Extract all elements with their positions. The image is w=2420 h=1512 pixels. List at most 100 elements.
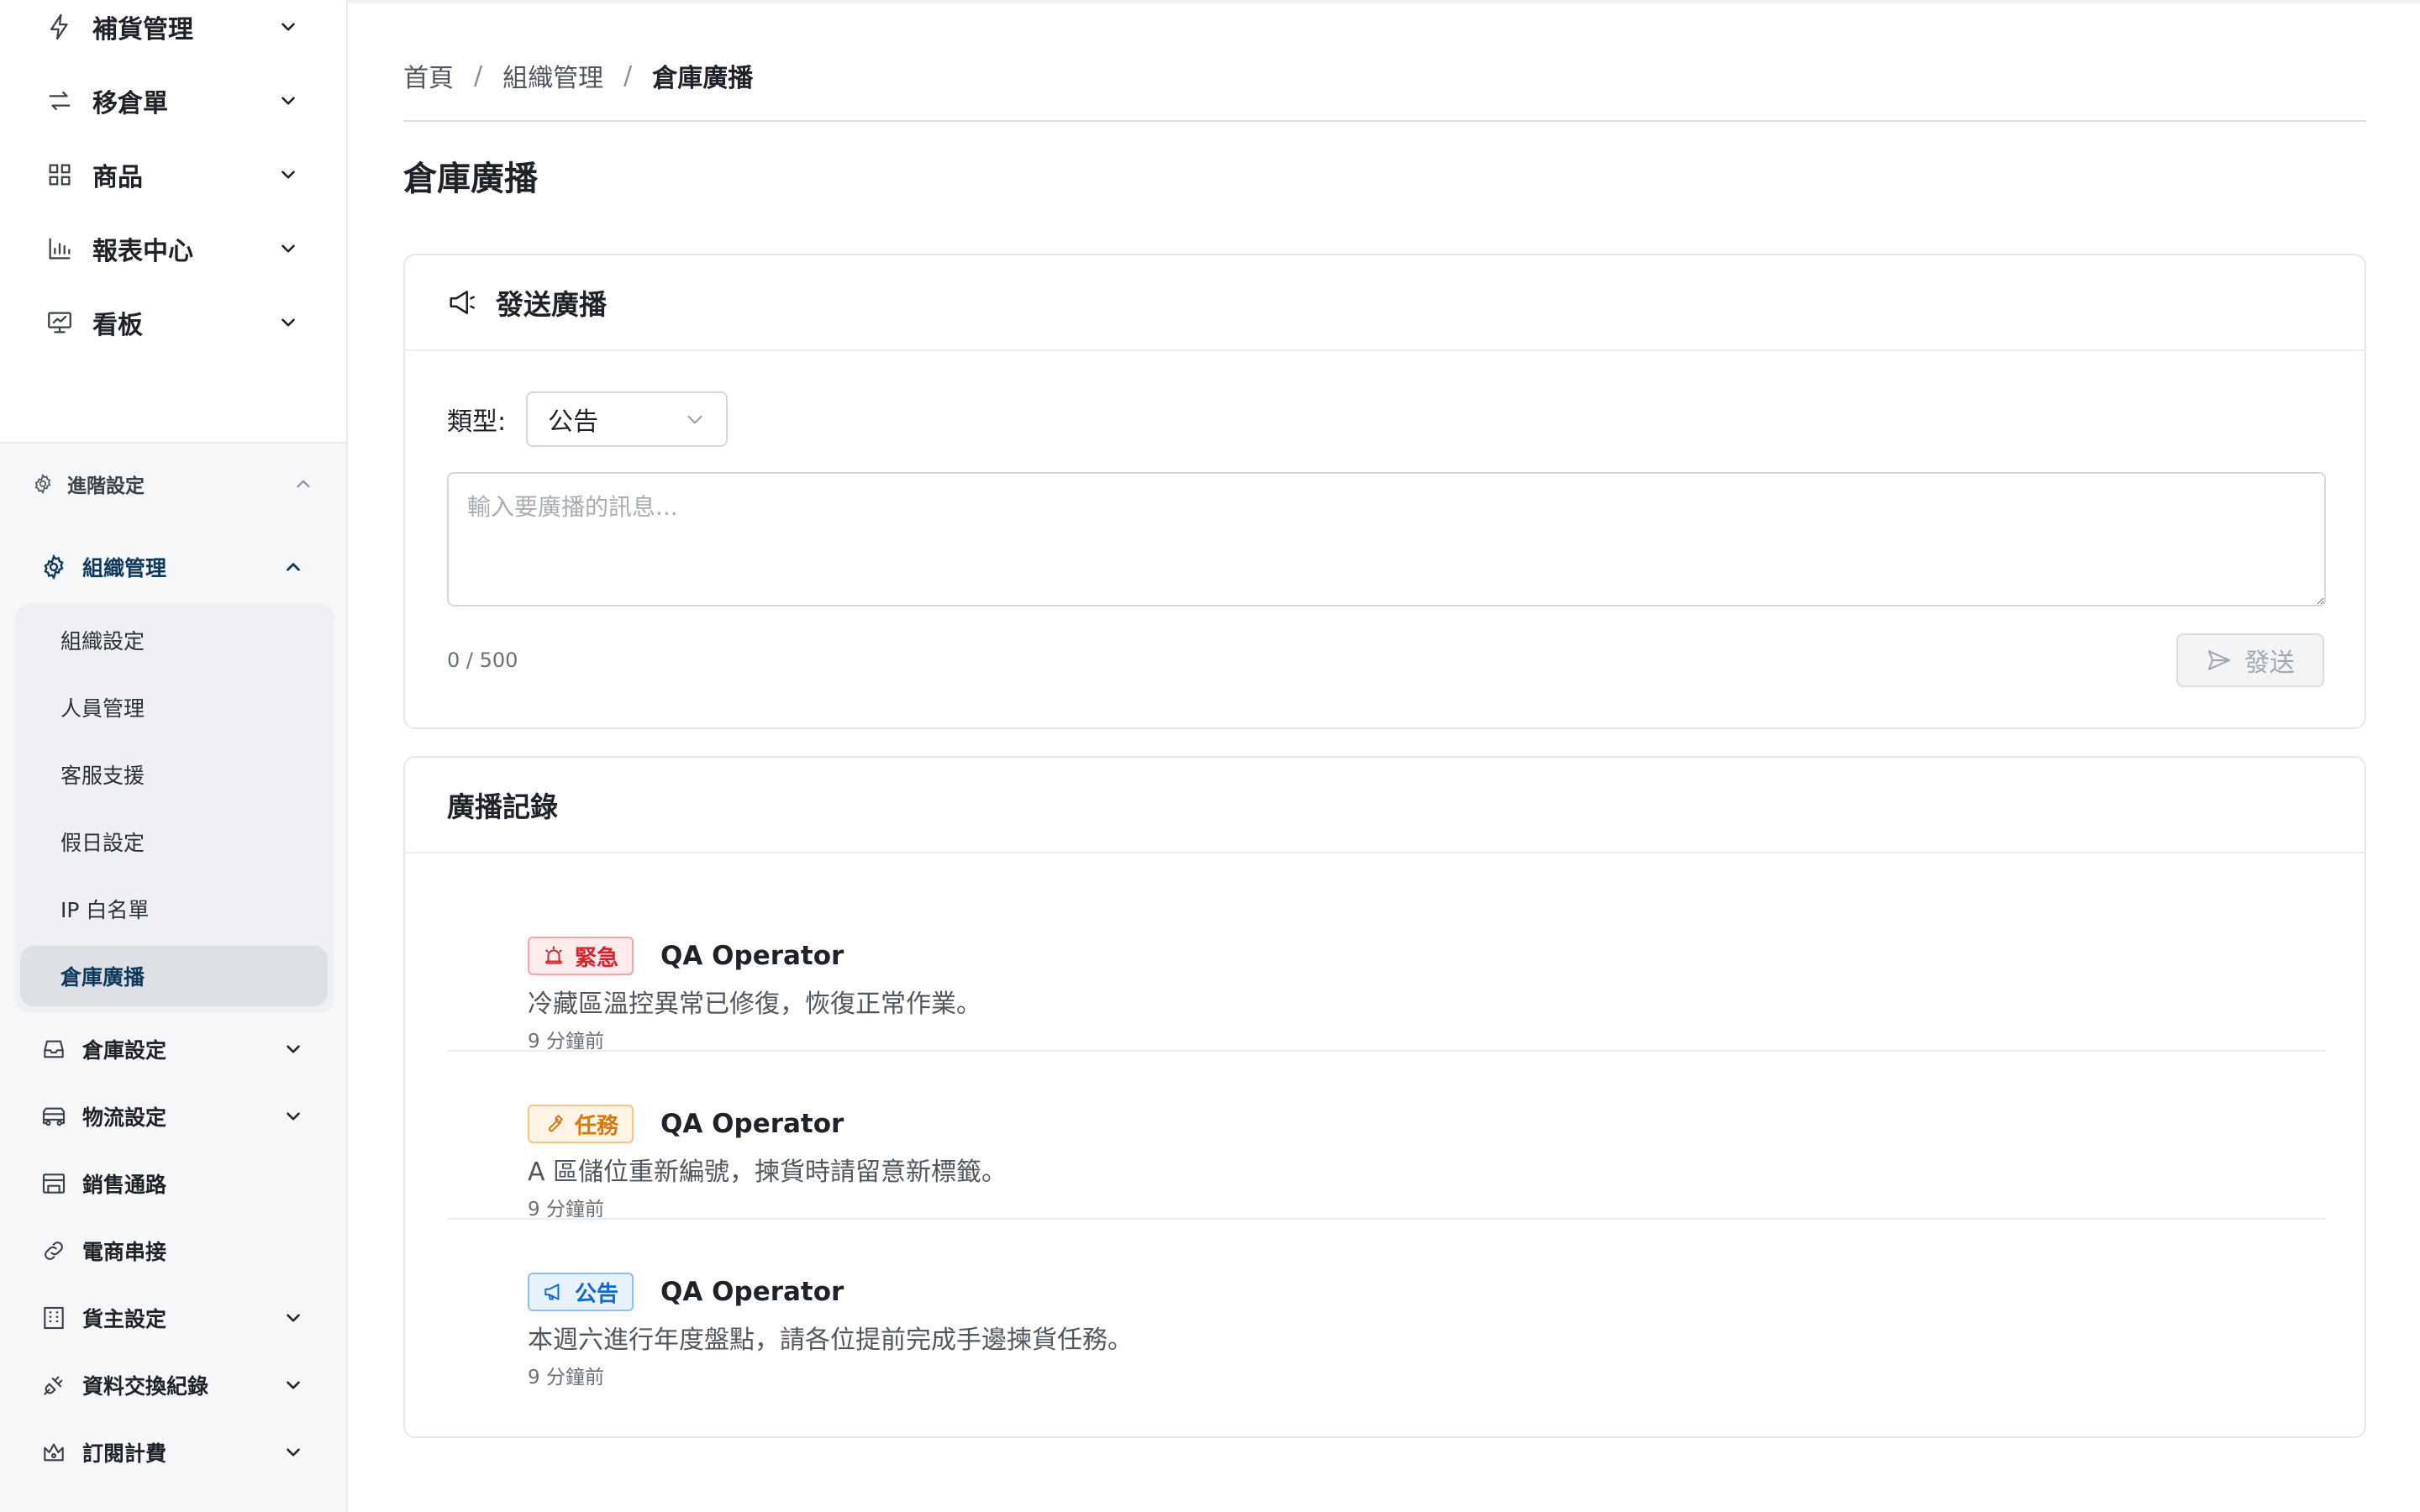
breadcrumb-current: 倉庫廣播: [652, 64, 754, 93]
breadcrumb-divider: [403, 120, 2366, 122]
record-author: QA Operator: [660, 1109, 844, 1139]
advanced-settings-label: 進階設定: [67, 475, 145, 497]
chevron-down-icon[interactable]: [274, 13, 302, 41]
sidebar-item-ecommerce-integration[interactable]: 電商串接: [39, 1226, 308, 1275]
sidebar-item-subscription-billing[interactable]: 訂閱計費: [39, 1428, 308, 1477]
crown-icon: [39, 1437, 69, 1467]
tag-label: 公告: [575, 1281, 619, 1307]
sidebar-subitem-holiday-settings[interactable]: 假日設定: [20, 811, 328, 872]
sidebar-subitem-org-settings[interactable]: 組織設定: [20, 610, 328, 670]
record-message: 本週六進行年度盤點，請各位提前完成手邊揀貨任務。: [528, 1326, 1133, 1355]
record-message: 冷藏區溫控異常已修復，恢復正常作業。: [528, 990, 981, 1019]
chevron-down-icon[interactable]: [274, 87, 302, 115]
main-content: 首頁 / 組織管理 / 倉庫廣播 倉庫廣播 發送廣播 類型: 公告 輸入要廣播的…: [348, 0, 2420, 1512]
broadcast-message-input[interactable]: [447, 472, 2326, 606]
broadcast-records-card: 廣播記錄 緊急 QA Operator 冷藏區溫控異常已修復，恢復正常作業。 9…: [403, 756, 2366, 1438]
record-header: 任務 QA Operator: [528, 1104, 844, 1144]
broadcast-record: 緊急 QA Operator 冷藏區溫控異常已修復，恢復正常作業。 9 分鐘前: [447, 884, 2326, 1053]
sidebar-item-label: 資料交換紀錄: [82, 1374, 209, 1399]
link-icon: [39, 1236, 69, 1266]
sidebar-item-replenishment[interactable]: 補貨管理: [42, 2, 302, 52]
sidebar-item-transfer-order[interactable]: 移倉單: [42, 76, 302, 126]
record-timestamp: 9 分鐘前: [528, 1367, 604, 1389]
sidebar-item-label: 補貨管理: [92, 15, 193, 45]
chevron-down-icon: [687, 415, 702, 424]
broadcast-record: 任務 QA Operator A 區儲位重新編號，揀貨時請留意新標籤。 9 分鐘…: [447, 1052, 2326, 1221]
broadcast-records-title: 廣播記錄: [447, 790, 558, 823]
send-broadcast-card: 發送廣播 類型: 公告 0 / 500 發送: [403, 254, 2366, 729]
wrench-icon: [548, 1115, 563, 1132]
chevron-down-icon[interactable]: [274, 234, 302, 263]
urgent-tag: 緊急: [528, 937, 634, 975]
sidebar-item-dashboard[interactable]: 看板: [42, 297, 302, 348]
type-row: 類型: 公告: [447, 391, 729, 447]
gear-icon: [32, 472, 55, 496]
chevron-down-icon[interactable]: [279, 1102, 308, 1131]
sidebar-subitem-customer-support[interactable]: 客服支援: [20, 744, 328, 805]
lightning-icon: [42, 9, 77, 45]
app-root: 補貨管理 移倉單 商品 報表中心 看板 進階設定 組織管理 組織設定 人員管理 …: [0, 0, 2420, 1512]
chevron-down-icon[interactable]: [279, 1035, 308, 1063]
sidebar-item-sales-channels[interactable]: 銷售通路: [39, 1159, 308, 1208]
sidebar-subitem-warehouse-broadcast[interactable]: 倉庫廣播: [20, 946, 328, 1006]
sidebar-item-label: 貨主設定: [82, 1307, 167, 1331]
chevron-down-icon[interactable]: [279, 1438, 308, 1467]
sidebar-item-products[interactable]: 商品: [42, 150, 302, 200]
sidebar-item-reports[interactable]: 報表中心: [42, 223, 302, 274]
chevron-up-icon[interactable]: [289, 470, 318, 498]
sidebar-item-org-management[interactable]: 組織管理: [39, 543, 308, 591]
chevron-down-icon[interactable]: [279, 1304, 308, 1332]
character-counter: 0 / 500: [447, 648, 518, 672]
send-button-label: 發送: [2244, 649, 2295, 677]
record-timestamp: 9 分鐘前: [528, 1199, 604, 1221]
type-select-value: 公告: [548, 407, 599, 437]
sidebar-item-label: 報表中心: [92, 237, 193, 266]
gear-icon: [39, 552, 69, 582]
breadcrumb-home[interactable]: 首頁: [403, 57, 454, 94]
sidebar-item-owner-settings[interactable]: 貨主設定: [39, 1294, 308, 1342]
sidebar-item-data-exchange-log[interactable]: 資料交換紀錄: [39, 1361, 308, 1410]
chevron-down-icon[interactable]: [274, 160, 302, 189]
send-button[interactable]: 發送: [2176, 633, 2324, 687]
sidebar-item-label: 電商串接: [82, 1240, 167, 1264]
sidebar-subitem-ip-whitelist[interactable]: IP 白名單: [20, 879, 328, 939]
broadcast-records-header: 廣播記錄: [405, 758, 2365, 853]
send-broadcast-title: 發送廣播: [496, 288, 607, 321]
notice-tag: 公告: [528, 1273, 634, 1311]
send-broadcast-header: 發送廣播: [405, 255, 2365, 351]
sidebar-item-logistics-settings[interactable]: 物流設定: [39, 1092, 308, 1141]
breadcrumb-org-management[interactable]: 組織管理: [502, 57, 603, 94]
topbar-shadow: [348, 0, 2420, 5]
sidebar-item-label: 訂閱計費: [82, 1441, 167, 1466]
breadcrumb: 首頁 / 組織管理 / 倉庫廣播: [403, 55, 753, 96]
send-icon: [2207, 650, 2231, 670]
chevron-down-icon[interactable]: [279, 1371, 308, 1399]
grid-icon: [42, 157, 77, 192]
record-author: QA Operator: [660, 1277, 844, 1307]
record-timestamp: 9 分鐘前: [528, 1031, 604, 1053]
sidebar-subitem-staff-management[interactable]: 人員管理: [20, 677, 328, 738]
broadcast-record: 公告 QA Operator 本週六進行年度盤點，請各位提前完成手邊揀貨任務。 …: [447, 1220, 2326, 1389]
advanced-settings-toggle[interactable]: 進階設定: [32, 464, 318, 504]
megaphone-icon: [544, 1284, 560, 1300]
sidebar-item-label: 物流設定: [82, 1105, 167, 1130]
chevron-down-icon[interactable]: [274, 308, 302, 337]
type-select[interactable]: 公告: [526, 391, 729, 447]
tag-label: 任務: [575, 1113, 619, 1139]
record-author: QA Operator: [660, 941, 844, 971]
task-tag: 任務: [528, 1105, 634, 1143]
sidebar-item-label: 商品: [92, 163, 143, 192]
sidebar-item-warehouse-settings[interactable]: 倉庫設定: [39, 1025, 308, 1074]
record-message: A 區儲位重新編號，揀貨時請留意新標籤。: [528, 1158, 1007, 1187]
chevron-up-icon[interactable]: [279, 553, 308, 581]
record-header: 緊急 QA Operator: [528, 936, 844, 976]
breadcrumb-separator: /: [474, 60, 483, 91]
building-icon: [39, 1303, 69, 1333]
plug-icon: [39, 1370, 69, 1400]
transfer-arrows-icon: [42, 83, 77, 118]
tag-label: 緊急: [575, 945, 619, 971]
store-icon: [39, 1168, 69, 1199]
sidebar-item-label: 銷售通路: [82, 1173, 167, 1197]
inbox-icon: [39, 1034, 69, 1064]
sidebar-item-label: 移倉單: [92, 89, 168, 118]
